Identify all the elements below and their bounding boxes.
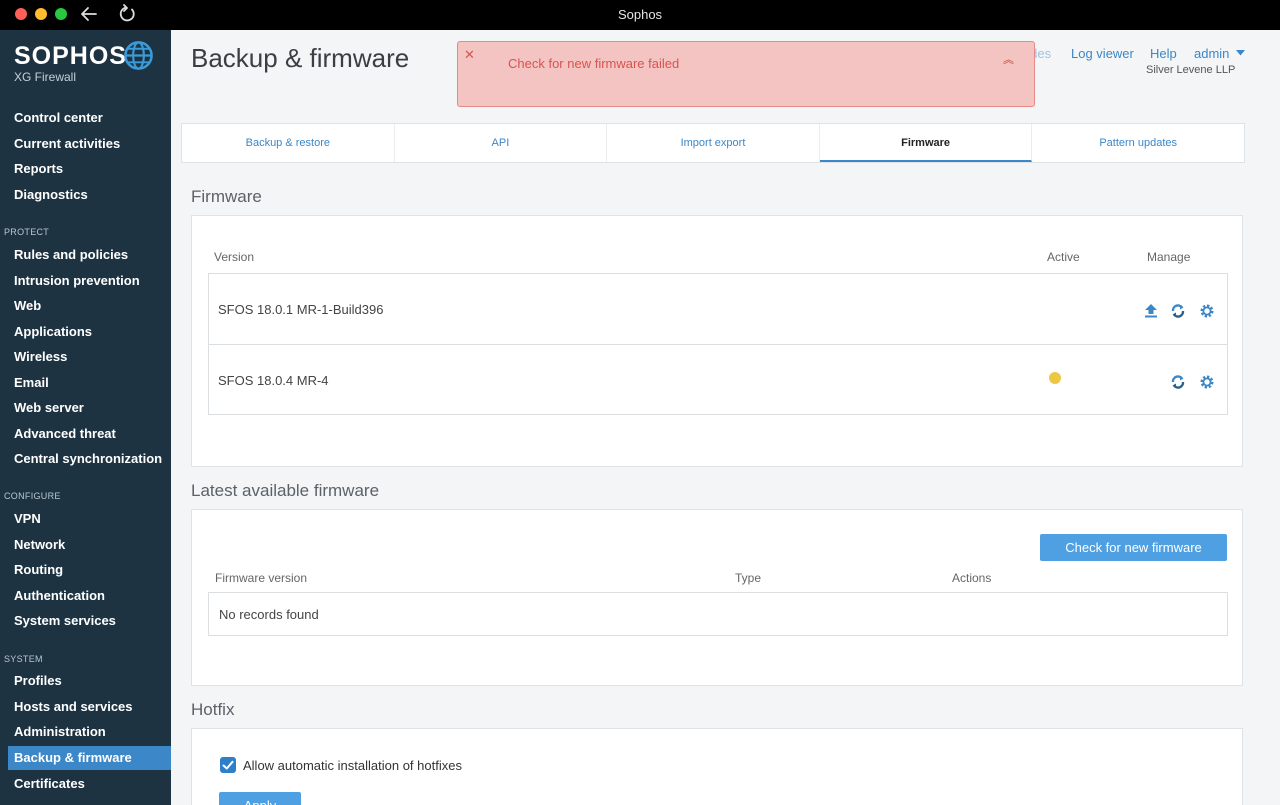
- firmware-version: SFOS 18.0.1 MR-1-Build396: [218, 302, 384, 317]
- sidebar-item-hosts-and-services[interactable]: Hosts and services: [0, 695, 171, 719]
- main-content: Backup & firmware How-to guides Log view…: [171, 30, 1280, 805]
- tab-pattern-updates[interactable]: Pattern updates: [1032, 124, 1244, 162]
- sidebar-item-intrusion-prevention[interactable]: Intrusion prevention: [0, 269, 171, 293]
- user-menu[interactable]: admin: [1194, 46, 1246, 61]
- sidebar-item-vpn[interactable]: VPN: [0, 507, 171, 531]
- sidebar-item-advanced-threat[interactable]: Advanced threat: [0, 422, 171, 446]
- sidebar-item-email[interactable]: Email: [0, 371, 171, 395]
- hotfix-panel: Allow automatic installation of hotfixes…: [191, 728, 1243, 805]
- brand-logo: SOPHOS: [14, 42, 127, 70]
- hotfix-checkbox[interactable]: [220, 757, 236, 773]
- firmware-panel: Version Active Manage SFOS 18.0.1 MR-1-B…: [191, 215, 1243, 467]
- sidebar-item-web-server[interactable]: Web server: [0, 396, 171, 420]
- sidebar-item-rules-and-policies[interactable]: Rules and policies: [0, 243, 171, 267]
- org-name: Silver Levene LLP: [1146, 64, 1236, 76]
- sidebar: SOPHOS XG Firewall Control center Curren…: [0, 30, 171, 805]
- window-titlebar: Sophos: [0, 0, 1280, 30]
- nav-section-system: SYSTEM: [4, 654, 43, 664]
- page-title: Backup & firmware: [191, 43, 410, 73]
- sidebar-item-diagnostics[interactable]: Diagnostics: [0, 183, 171, 207]
- check-new-firmware-button[interactable]: Check for new firmware: [1040, 534, 1227, 561]
- col-actions: Actions: [952, 571, 992, 585]
- firmware-row: SFOS 18.0.1 MR-1-Build396: [209, 274, 1227, 344]
- sidebar-item-administration[interactable]: Administration: [0, 720, 171, 744]
- col-version: Version: [214, 250, 255, 264]
- error-toast: ✕ Check for new firmware failed ︽: [457, 41, 1035, 107]
- upload-firmware-icon[interactable]: [1143, 303, 1159, 319]
- sidebar-item-reports[interactable]: Reports: [0, 157, 171, 181]
- sidebar-item-profiles[interactable]: Profiles: [0, 669, 171, 693]
- firmware-table: SFOS 18.0.1 MR-1-Build396 SFOS 18.0.4 MR…: [208, 273, 1228, 415]
- latest-firmware-panel: Check for new firmware Firmware version …: [191, 509, 1243, 686]
- col-type: Type: [735, 571, 762, 585]
- nav-section-configure: CONFIGURE: [4, 491, 61, 501]
- col-manage: Manage: [1147, 250, 1191, 264]
- window-title: Sophos: [617, 7, 663, 22]
- tab-import-export[interactable]: Import export: [607, 124, 820, 162]
- active-indicator: [1049, 372, 1061, 384]
- user-name: admin: [1194, 46, 1230, 61]
- empty-state-row: No records found: [208, 592, 1228, 636]
- toast-message: Check for new firmware failed: [508, 56, 680, 71]
- empty-state-text: No records found: [219, 607, 319, 622]
- sidebar-item-certificates[interactable]: Certificates: [0, 772, 171, 796]
- log-viewer-link[interactable]: Log viewer: [1071, 46, 1134, 61]
- sidebar-item-central-synchronization[interactable]: Central synchronization: [0, 447, 171, 471]
- sidebar-item-wireless[interactable]: Wireless: [0, 345, 171, 369]
- tab-bar: Backup & restore API Import export Firmw…: [181, 123, 1245, 163]
- tab-backup-restore[interactable]: Backup & restore: [182, 124, 395, 162]
- firmware-row: SFOS 18.0.4 MR-4: [209, 344, 1227, 415]
- sidebar-item-applications[interactable]: Applications: [0, 320, 171, 344]
- nav-section-protect: PROTECT: [4, 227, 50, 237]
- close-toast-icon[interactable]: ✕: [464, 47, 475, 63]
- sidebar-item-routing[interactable]: Routing: [0, 558, 171, 582]
- caret-down-icon: [1236, 50, 1246, 56]
- tab-firmware[interactable]: Firmware: [819, 124, 1033, 162]
- hotfix-section-title: Hotfix: [191, 700, 235, 719]
- reboot-firmware-icon[interactable]: [1170, 374, 1186, 390]
- col-active: Active: [1047, 250, 1080, 264]
- reboot-firmware-icon[interactable]: [1170, 303, 1186, 319]
- checkmark-icon: [222, 760, 234, 770]
- help-link[interactable]: Help: [1150, 46, 1177, 61]
- gear-icon[interactable]: [1199, 374, 1215, 390]
- gear-icon[interactable]: [1199, 303, 1215, 319]
- firmware-version: SFOS 18.0.4 MR-4: [218, 373, 329, 388]
- sidebar-item-control-center[interactable]: Control center: [0, 106, 171, 130]
- product-name: XG Firewall: [14, 70, 77, 84]
- apply-button[interactable]: Apply: [219, 792, 301, 805]
- sidebar-item-backup-firmware[interactable]: Backup & firmware: [8, 746, 171, 770]
- sidebar-item-current-activities[interactable]: Current activities: [0, 132, 171, 156]
- tab-api[interactable]: API: [395, 124, 608, 162]
- sidebar-item-authentication[interactable]: Authentication: [0, 584, 171, 608]
- sidebar-item-web[interactable]: Web: [0, 294, 171, 318]
- col-firmware-version: Firmware version: [215, 571, 308, 585]
- sidebar-item-network[interactable]: Network: [0, 533, 171, 557]
- firmware-section-title: Firmware: [191, 187, 262, 206]
- hotfix-checkbox-label: Allow automatic installation of hotfixes: [243, 758, 462, 773]
- collapse-toast-icon[interactable]: ︽: [1003, 51, 1014, 67]
- sidebar-item-system-services[interactable]: System services: [0, 609, 171, 633]
- latest-firmware-section-title: Latest available firmware: [191, 481, 380, 500]
- globe-logo-icon: [124, 41, 153, 70]
